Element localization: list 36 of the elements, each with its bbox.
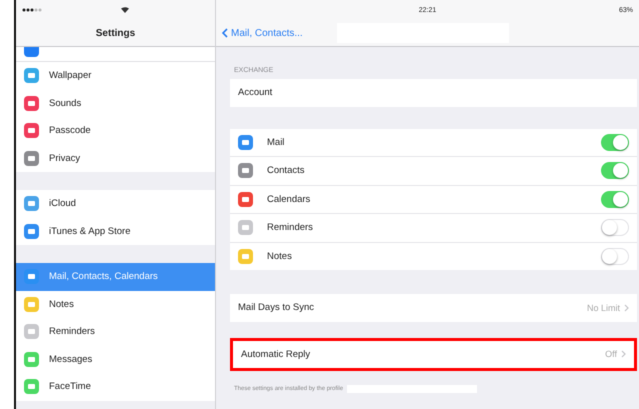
- row-value: Off: [605, 349, 617, 360]
- settings-row[interactable]: Account: [230, 79, 637, 106]
- row-label: Contacts: [267, 165, 306, 176]
- row-label: Mail: [267, 136, 286, 148]
- app-icon: [24, 196, 39, 212]
- row-label: Mail Days to Sync: [238, 302, 316, 314]
- row-label: Notes: [267, 250, 293, 262]
- app-icon: [24, 324, 39, 340]
- chevron-icon: [621, 350, 626, 358]
- app-icon: [24, 96, 39, 111]
- row-label: Calendars: [267, 194, 312, 205]
- row-label: Account: [238, 87, 274, 98]
- sidebar-title: Settings: [94, 28, 136, 38]
- toggle-switch[interactable]: [601, 190, 629, 208]
- app-icon: [24, 269, 39, 284]
- toggle-switch[interactable]: [601, 248, 629, 265]
- toggle-switch[interactable]: [601, 134, 629, 151]
- settings-row[interactable]: Mail Days to Sync No Limit: [230, 294, 637, 322]
- row-label: Automatic Reply: [241, 348, 312, 360]
- back-link[interactable]: Mail, Contacts...: [216, 28, 303, 38]
- app-icon: [24, 150, 39, 166]
- wifi-icon: [121, 7, 129, 13]
- row-value: No Limit: [586, 302, 620, 313]
- toggle-switch[interactable]: [601, 162, 629, 180]
- app-icon: [24, 224, 39, 239]
- chevron-icon: [624, 304, 629, 312]
- app-icon: [24, 296, 39, 312]
- app-icon: [24, 123, 39, 138]
- row-label: Reminders: [267, 222, 314, 234]
- toggle-switch[interactable]: [601, 219, 629, 236]
- settings-row[interactable]: Automatic Reply Off: [233, 340, 634, 368]
- app-icon: [24, 352, 39, 367]
- app-icon: [24, 379, 39, 394]
- back-chevron-icon: [222, 28, 228, 38]
- app-icon: [24, 68, 39, 84]
- signal-icon: [22, 8, 42, 12]
